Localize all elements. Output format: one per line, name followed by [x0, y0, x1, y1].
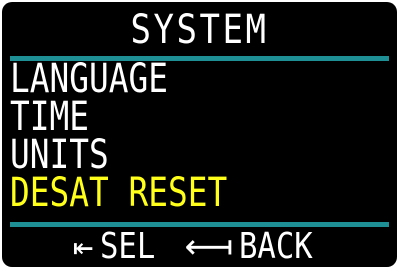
- arrow-left-short-icon: ⇤: [73, 227, 94, 267]
- select-softkey[interactable]: ⇤ SEL: [73, 226, 165, 267]
- menu-item-language[interactable]: LANGUAGE: [10, 59, 322, 99]
- select-label: SEL: [99, 226, 155, 267]
- menu-item-units[interactable]: UNITS: [10, 135, 322, 175]
- softkey-bar: ⇤ SEL ⟻ BACK: [2, 226, 397, 267]
- back-softkey[interactable]: ⟻ BACK: [184, 226, 326, 267]
- menu-item-time[interactable]: TIME: [10, 97, 322, 137]
- screen-title: SYSTEM: [130, 7, 269, 53]
- dive-computer-screen: SYSTEM LANGUAGE TIME UNITS DESAT RESET ⇤…: [2, 2, 397, 267]
- arrow-left-long-icon: ⟻: [184, 227, 234, 267]
- system-menu: LANGUAGE TIME UNITS DESAT RESET: [10, 59, 390, 213]
- back-label: BACK: [239, 226, 313, 267]
- menu-item-desat-reset[interactable]: DESAT RESET: [10, 173, 322, 213]
